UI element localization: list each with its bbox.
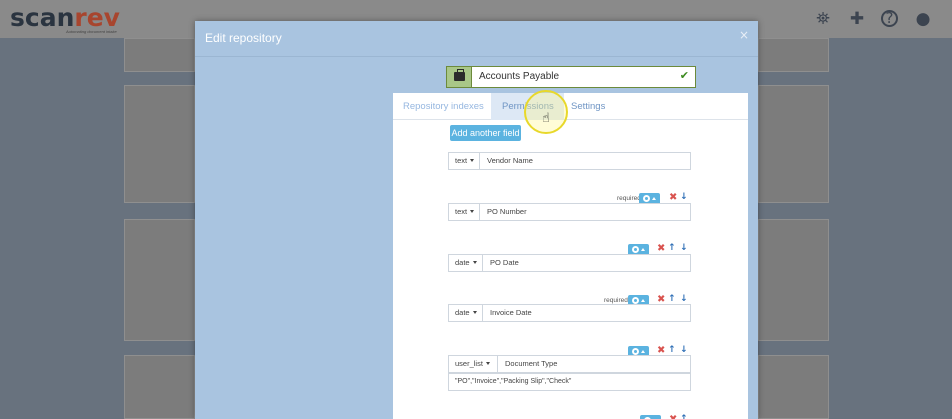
move-down-icon[interactable]: ↓ bbox=[680, 294, 688, 304]
tab-settings[interactable]: Settings bbox=[571, 101, 605, 112]
repository-name-value[interactable]: Accounts Payable bbox=[479, 71, 559, 82]
logo-text-scan: scan bbox=[10, 3, 75, 32]
move-down-icon[interactable]: ↓ bbox=[680, 243, 688, 253]
scanrev-logo[interactable]: scanrev bbox=[10, 5, 120, 31]
tab-repository-indexes[interactable]: Repository indexes bbox=[403, 101, 484, 112]
caret-up-icon bbox=[641, 350, 645, 353]
field-type-dropdown[interactable]: date bbox=[449, 305, 483, 321]
caret-down-icon bbox=[470, 210, 475, 213]
checkmark-icon: ✔ bbox=[679, 69, 689, 82]
repository-addon bbox=[447, 67, 472, 87]
repo-card bbox=[124, 219, 195, 341]
gear-icon bbox=[632, 297, 639, 304]
repo-card bbox=[758, 219, 829, 341]
remove-field-icon[interactable]: ✖ bbox=[669, 414, 677, 419]
field-type-dropdown[interactable]: user_list bbox=[449, 356, 498, 372]
hand-cursor-icon: ☝ bbox=[542, 111, 550, 126]
caret-up-icon bbox=[641, 248, 645, 251]
tab-bar: Repository indexes Permissions Settings bbox=[393, 93, 748, 120]
move-up-icon[interactable]: ↑ bbox=[668, 243, 676, 253]
repo-card bbox=[124, 355, 195, 419]
gear-icon bbox=[632, 246, 639, 253]
logo-tagline: Automating document intake bbox=[66, 29, 117, 34]
edit-repository-modal: Edit repository × Accounts Payable ✔ Rep… bbox=[195, 21, 758, 419]
gear-icon bbox=[632, 348, 639, 355]
field-name-input[interactable]: Vendor Name bbox=[487, 153, 533, 169]
field-type-label: date bbox=[455, 258, 470, 267]
field-name-input[interactable]: Document Type bbox=[505, 356, 557, 372]
close-icon[interactable]: × bbox=[739, 28, 749, 42]
plus-icon[interactable]: ✚ bbox=[848, 10, 866, 28]
help-icon[interactable]: ? bbox=[881, 10, 898, 27]
required-label: required bbox=[604, 297, 628, 304]
add-another-field-button[interactable]: Add another field bbox=[450, 125, 521, 141]
caret-down-icon bbox=[472, 311, 477, 314]
field-type-dropdown[interactable]: text bbox=[449, 204, 480, 220]
logo-text-rev: rev bbox=[74, 3, 120, 32]
gear-icon bbox=[643, 195, 650, 202]
field-type-label: text bbox=[455, 207, 468, 216]
required-label: required bbox=[617, 195, 641, 202]
caret-down-icon bbox=[470, 159, 475, 162]
field-type-label: date bbox=[455, 308, 470, 317]
field-type-dropdown[interactable]: text bbox=[449, 153, 480, 169]
binoculars-icon[interactable]: ⛯ bbox=[814, 10, 832, 28]
repo-card bbox=[124, 38, 195, 72]
field-name-input[interactable]: PO Number bbox=[487, 204, 527, 220]
field-name-input[interactable]: Invoice Date bbox=[490, 305, 532, 321]
move-up-icon[interactable]: ↑ bbox=[668, 345, 676, 355]
modal-title: Edit repository bbox=[205, 31, 282, 45]
field-type-label: text bbox=[455, 156, 468, 165]
caret-up-icon bbox=[652, 197, 656, 200]
field-name-input[interactable]: PO Date bbox=[490, 255, 519, 271]
modal-header: Edit repository × bbox=[195, 21, 758, 57]
index-field-row: text PO Number bbox=[448, 203, 691, 221]
index-field-row: date Invoice Date bbox=[448, 304, 691, 322]
index-field-row: text Vendor Name bbox=[448, 152, 691, 170]
field-type-dropdown[interactable]: date bbox=[449, 255, 483, 271]
index-field-row: date PO Date bbox=[448, 254, 691, 272]
field-type-label: user_list bbox=[455, 359, 483, 368]
repository-tabs-panel: Repository indexes Permissions Settings … bbox=[393, 93, 748, 419]
repo-card bbox=[758, 85, 829, 203]
list-options-input[interactable]: "PO","Invoice","Packing Slip","Check" bbox=[448, 373, 691, 391]
move-up-icon[interactable]: ↑ bbox=[668, 294, 676, 304]
move-down-icon[interactable]: ↓ bbox=[680, 345, 688, 355]
caret-down-icon bbox=[472, 261, 477, 264]
move-up-icon[interactable]: ↑ bbox=[680, 414, 688, 419]
move-down-icon[interactable]: ↓ bbox=[680, 192, 688, 202]
briefcase-icon bbox=[454, 69, 465, 81]
repo-card bbox=[758, 355, 829, 419]
repository-name-field[interactable]: Accounts Payable ✔ bbox=[446, 66, 696, 88]
repo-card bbox=[758, 38, 829, 72]
index-field-row: user_list Document Type bbox=[448, 355, 691, 373]
user-icon[interactable]: ● bbox=[914, 10, 932, 28]
caret-up-icon bbox=[641, 299, 645, 302]
repo-card bbox=[124, 85, 195, 203]
field-options-button[interactable] bbox=[640, 415, 661, 419]
remove-field-icon[interactable]: ✖ bbox=[657, 243, 665, 254]
caret-down-icon bbox=[485, 362, 490, 365]
remove-field-icon[interactable]: ✖ bbox=[669, 192, 677, 203]
